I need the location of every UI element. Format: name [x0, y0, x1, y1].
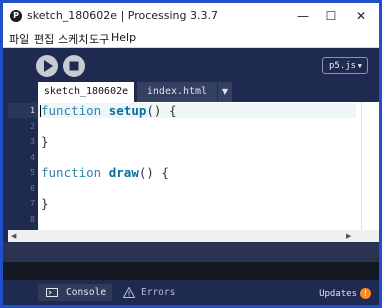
horizontal-scrollbar[interactable]: ◀ ▶ [8, 230, 379, 242]
errors-label: Errors [141, 287, 176, 298]
tab-bar: sketch_180602e index.html ▼ [3, 82, 379, 102]
code-text: } [41, 196, 49, 211]
close-button[interactable]: ✕ [351, 7, 371, 25]
mode-label: p5.js [329, 61, 357, 71]
vertical-scrollbar[interactable] [361, 102, 379, 230]
line-number: 3 [30, 137, 35, 146]
function-name: draw [108, 165, 139, 180]
code-text: () { [138, 165, 169, 180]
console-icon [46, 288, 58, 297]
code-line: } [41, 134, 49, 149]
scroll-right-icon[interactable]: ▶ [346, 230, 351, 242]
console-tab[interactable]: Console [38, 284, 112, 301]
menu-bar: 파일 편집 스케치 도구 Help [3, 29, 379, 48]
line-number: 7 [30, 199, 35, 208]
code-text: () { [146, 103, 177, 118]
line-number: 1 [8, 103, 38, 118]
line-number-gutter: 1 2 3 4 5 6 7 8 13 [8, 102, 38, 238]
stop-icon [69, 61, 79, 71]
minimize-button[interactable]: — [293, 7, 313, 25]
tab-menu-button[interactable]: ▼ [218, 82, 232, 102]
console-divider[interactable] [3, 242, 379, 262]
line-number: 6 [30, 184, 35, 193]
run-button[interactable] [36, 55, 58, 77]
errors-tab[interactable]: Errors [117, 284, 187, 301]
tab-index-html[interactable]: index.html [137, 82, 217, 102]
window-title: sketch_180602e | Processing 3.3.7 [27, 9, 218, 22]
chevron-down-icon: ▼ [357, 62, 362, 70]
menu-file[interactable]: 파일 [9, 31, 29, 47]
code-text: } [41, 134, 49, 149]
updates-badge: ! [360, 288, 371, 299]
menu-sketch[interactable]: 스케치 [58, 31, 88, 47]
code-line: function setup() { [41, 103, 177, 118]
title-bar: P sketch_180602e | Processing 3.3.7 — ☐ … [3, 3, 379, 29]
updates-button[interactable]: Updates! [319, 288, 371, 299]
warning-icon [123, 287, 135, 298]
footer-bar: Console Errors Updates! [3, 280, 379, 305]
menu-edit[interactable]: 편집 [34, 31, 54, 47]
line-number: 2 [30, 122, 35, 131]
updates-label: Updates [319, 289, 357, 299]
mode-selector[interactable]: p5.js ▼ [322, 57, 368, 74]
keyword: function [41, 103, 102, 118]
stop-button[interactable] [63, 55, 85, 77]
console-output [3, 262, 379, 280]
maximize-button[interactable]: ☐ [321, 7, 341, 25]
console-label: Console [66, 287, 107, 298]
line-number: 8 [30, 215, 35, 224]
code-line: } [41, 196, 49, 211]
toolbar: p5.js ▼ [3, 48, 379, 82]
tab-sketch[interactable]: sketch_180602e [38, 82, 134, 102]
processing-logo-icon: P [10, 10, 22, 22]
function-name: setup [108, 103, 147, 118]
code-editor[interactable]: 1 2 3 4 5 6 7 8 13 function setup() { } … [8, 102, 379, 238]
code-line: function draw() { [41, 165, 169, 180]
menu-help[interactable]: Help [111, 31, 136, 44]
keyword: function [41, 165, 102, 180]
line-number: 4 [30, 153, 35, 162]
processing-window: P sketch_180602e | Processing 3.3.7 — ☐ … [0, 0, 382, 308]
scroll-left-icon[interactable]: ◀ [11, 230, 16, 242]
menu-tools[interactable]: 도구 [89, 31, 109, 47]
line-number: 5 [30, 168, 35, 177]
play-icon [44, 60, 53, 72]
